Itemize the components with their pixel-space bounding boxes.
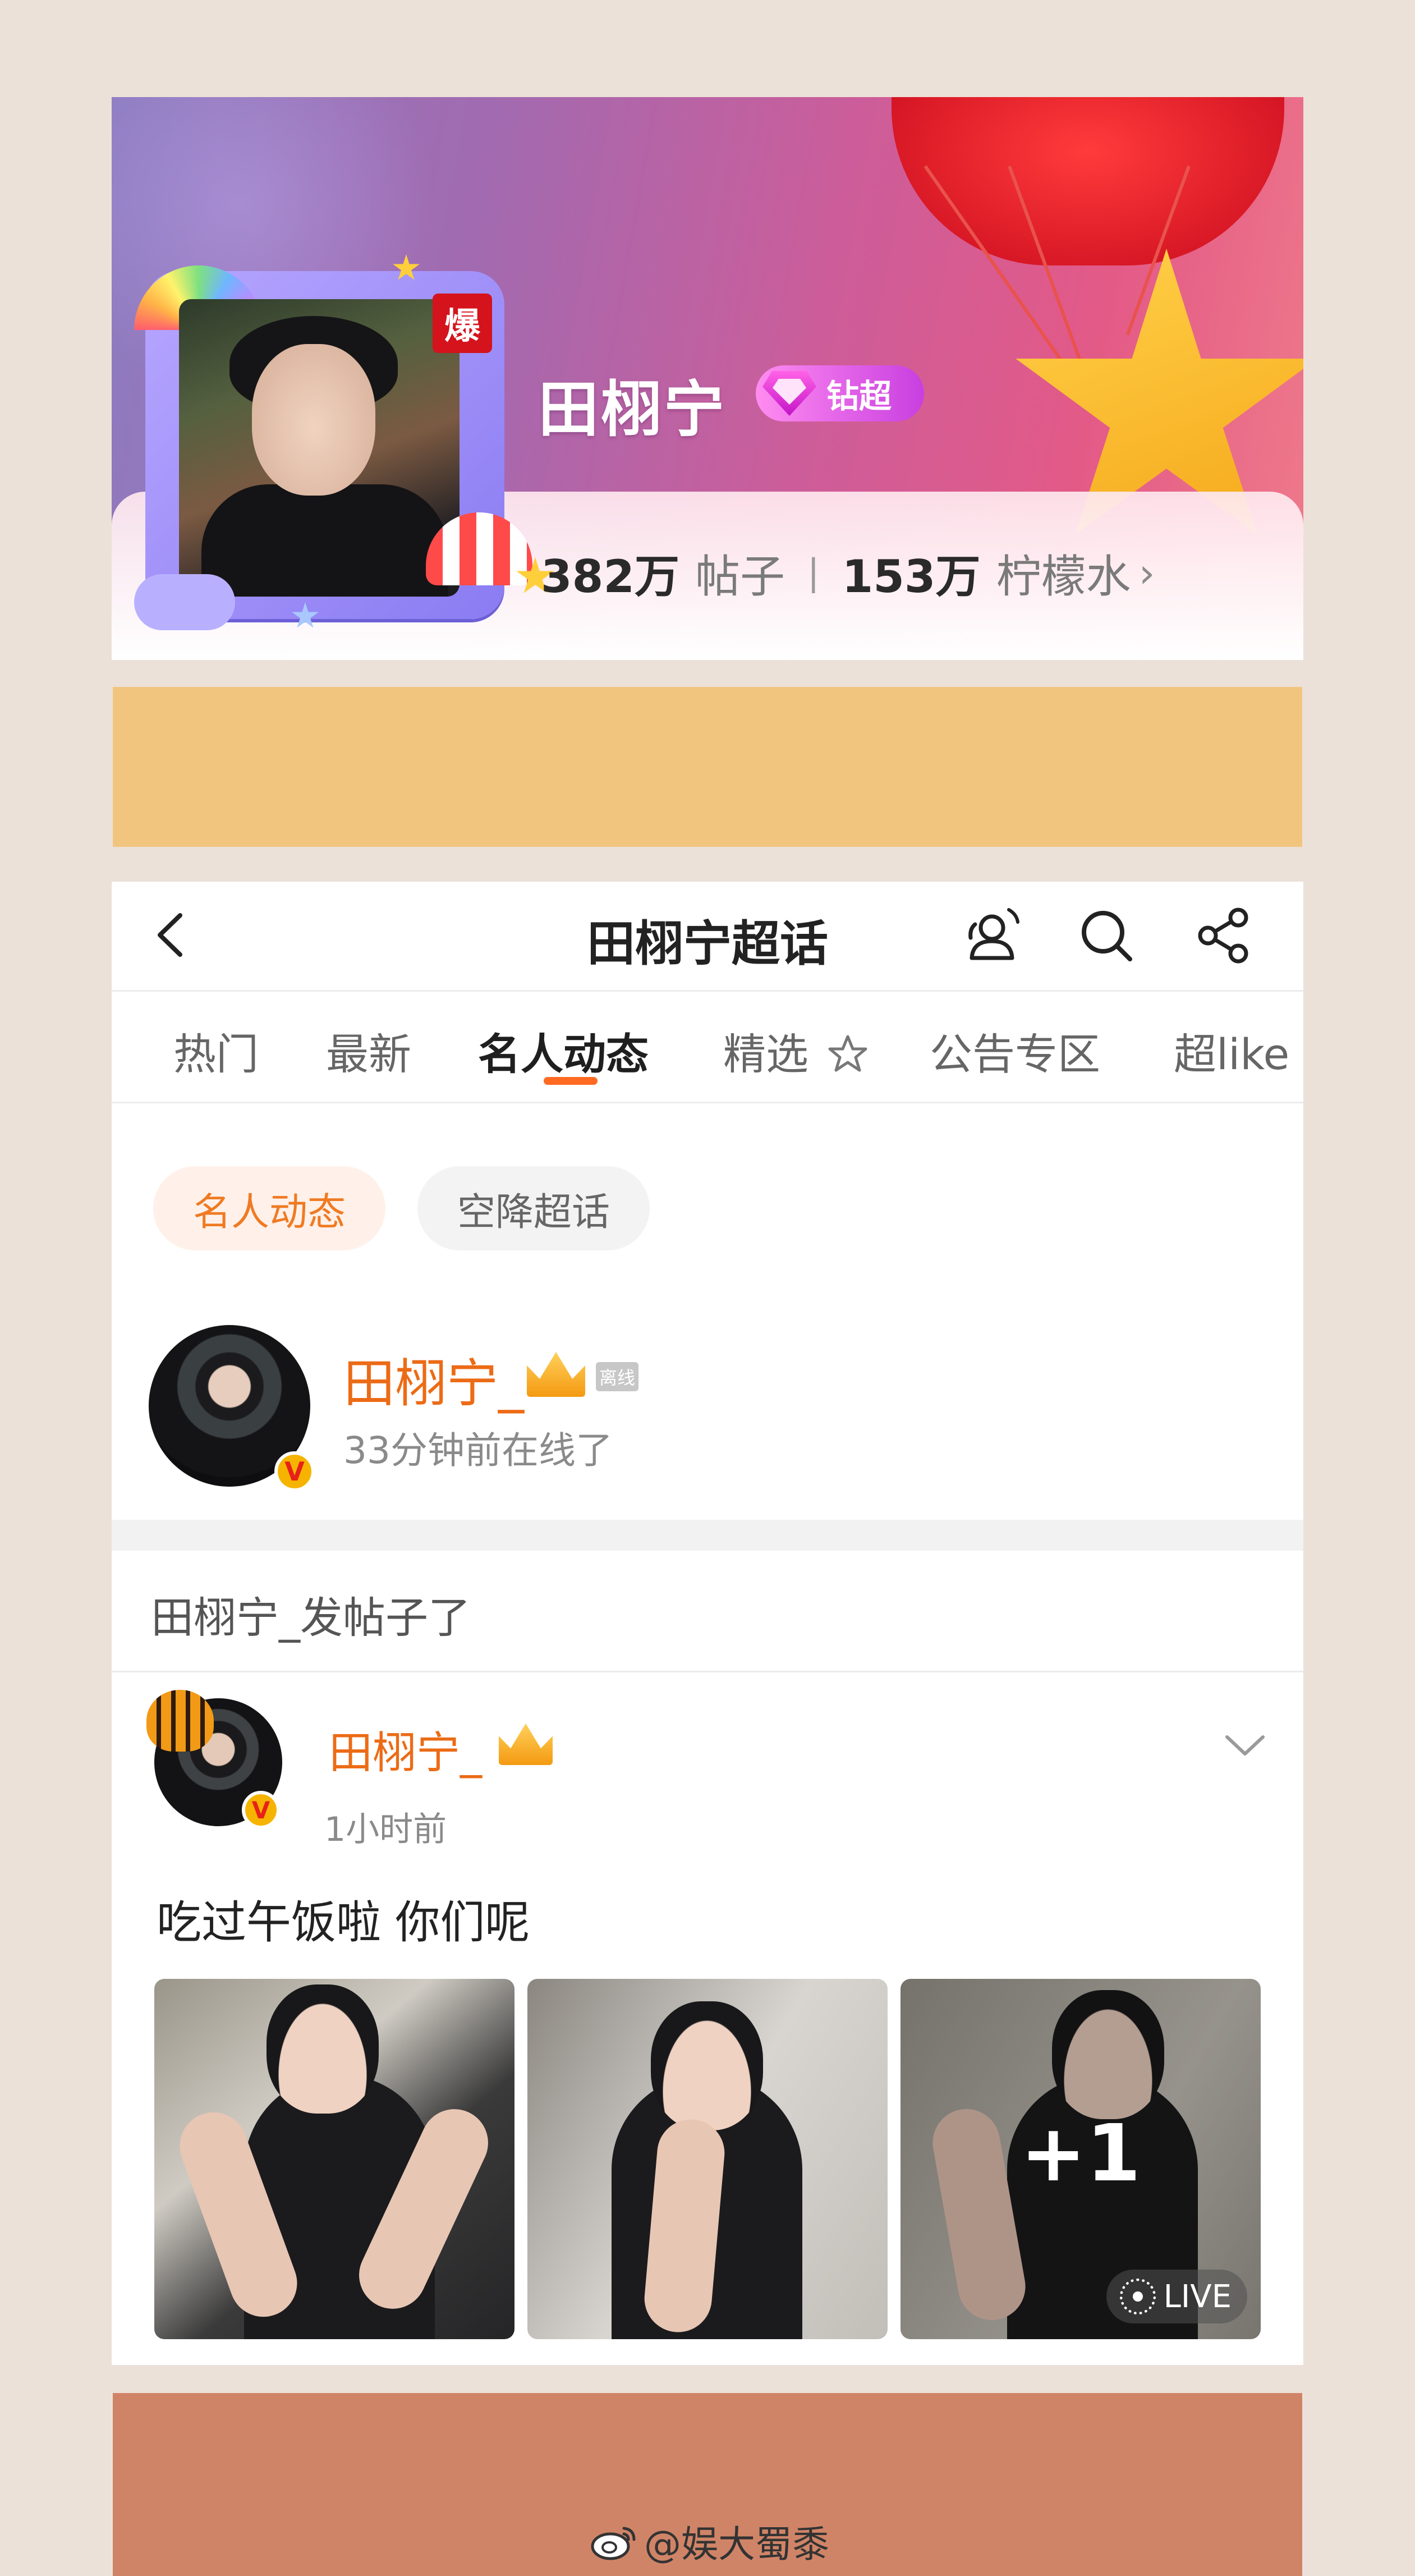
share-icon[interactable] — [1193, 904, 1255, 966]
hot-badge: 爆 — [433, 294, 492, 353]
verified-badge: V — [242, 1791, 280, 1829]
section-header: 田栩宁_发帖子了 — [151, 1593, 471, 1643]
search-icon[interactable] — [1075, 904, 1137, 966]
supertopic-banner: 爆 田栩宁 钻超 382万 帖子 | 153万 柠檬水 › — [112, 97, 1303, 660]
color-block-orange — [113, 687, 1302, 847]
active-tab-indicator — [544, 1077, 598, 1085]
topic-avatar[interactable] — [179, 299, 460, 597]
chip-airdrop-topic[interactable]: 空降超话 — [417, 1166, 650, 1250]
user-name[interactable]: 田栩宁_ — [343, 1342, 524, 1417]
more-images-count: +1 — [1020, 2108, 1141, 2199]
stats-separator: | — [807, 552, 820, 594]
tab-super-like[interactable]: 超like — [1174, 1020, 1289, 1081]
chevron-right-icon: › — [1138, 549, 1155, 597]
tab-latest[interactable]: 最新 — [326, 1020, 411, 1081]
tiger-avatar-pendant-icon — [146, 1690, 214, 1752]
tab-featured-label: 精选 — [723, 1029, 808, 1079]
app-panel: 田栩宁超话 热门 最新 名人动态 精选 公告专区 超like 名人动态 空降超话… — [112, 882, 1303, 2365]
watermark: @娱大蜀黍 — [589, 2514, 829, 2568]
post-text: 吃过午饭啦 你们呢 — [157, 1896, 530, 1949]
post-author-name[interactable]: 田栩宁_ — [329, 1718, 482, 1781]
chevron-down-icon[interactable] — [1223, 1729, 1267, 1763]
tab-featured[interactable]: 精选 — [723, 1020, 870, 1081]
posts-label: 帖子 — [695, 551, 785, 603]
post-image[interactable]: +1 LIVE — [901, 1979, 1261, 2339]
post-image[interactable] — [527, 1979, 888, 2339]
section-divider — [112, 1520, 1303, 1551]
tab-bar: 热门 最新 名人动态 精选 公告专区 超like — [112, 992, 1303, 1103]
diamond-icon — [756, 365, 823, 421]
watermark-text: @娱大蜀黍 — [644, 2523, 829, 2566]
cloud-decoration — [134, 574, 235, 630]
featured-star-icon — [828, 1035, 867, 1072]
topic-name: 田栩宁 — [538, 375, 727, 445]
posts-count: 382万 — [541, 551, 679, 603]
users-icon[interactable] — [963, 904, 1025, 966]
balloon-decoration — [892, 97, 1284, 265]
post-time: 1小时前 — [324, 1810, 447, 1849]
top-nav-bar: 田栩宁超话 — [112, 882, 1303, 992]
divider — [112, 1671, 1303, 1672]
tab-hot[interactable]: 热门 — [173, 1020, 259, 1081]
crown-icon — [499, 1724, 553, 1765]
live-photo-badge: LIVE — [1106, 2270, 1247, 2323]
live-photo-icon — [1119, 2279, 1156, 2314]
offline-tag: 离线 — [596, 1362, 638, 1391]
water-label: 柠檬水 — [996, 551, 1131, 603]
live-label: LIVE — [1163, 2278, 1232, 2315]
user-online-status: 33分钟前在线了 — [343, 1429, 613, 1472]
water-count: 153万 — [842, 551, 981, 603]
weibo-logo-icon — [591, 2527, 636, 2560]
chip-celebrity-updates[interactable]: 名人动态 — [153, 1166, 385, 1250]
tab-celebrity-updates[interactable]: 名人动态 — [478, 1020, 649, 1081]
diamond-super-badge[interactable]: 钻超 — [756, 365, 924, 421]
badge-label: 钻超 — [826, 377, 892, 415]
verified-badge: V — [274, 1451, 315, 1492]
post-image[interactable] — [154, 1979, 514, 2339]
tab-announcements[interactable]: 公告专区 — [930, 1020, 1100, 1081]
crown-icon — [527, 1352, 585, 1397]
topic-stats[interactable]: 382万 帖子 | 153万 柠檬水 › — [541, 540, 1155, 606]
